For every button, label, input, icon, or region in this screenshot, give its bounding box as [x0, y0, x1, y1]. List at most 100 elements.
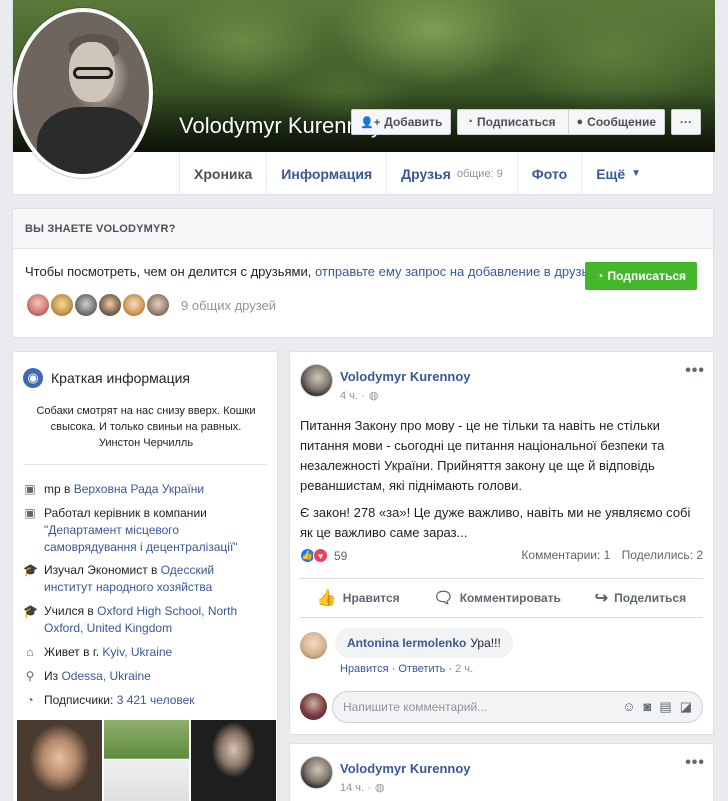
comment-time[interactable]: 2 ч. — [455, 663, 473, 675]
like-button[interactable]: 👍 Нравится — [317, 588, 400, 608]
comment-label: Комментировать — [459, 591, 561, 605]
shares-count[interactable]: Поделились: 2 — [622, 548, 703, 562]
intro-row-link[interactable]: Верховна Рада України — [74, 482, 204, 496]
comment-text: Ура!!! — [470, 636, 501, 650]
photo-thumbnail[interactable] — [191, 720, 276, 801]
comment-reply-link[interactable]: Ответить — [398, 663, 445, 675]
add-friend-button[interactable]: 👤+ Добавить — [351, 109, 452, 135]
post-time-link[interactable]: 4 ч. · — [340, 390, 365, 402]
sticker-icon[interactable]: ◪ — [680, 699, 692, 715]
globe-icon: ◍ — [368, 390, 379, 402]
mutual-friend-avatar[interactable] — [145, 292, 171, 318]
comment-meta: Нравится · Ответить · 2 ч. — [340, 663, 473, 675]
post-author-avatar[interactable] — [300, 364, 333, 397]
rss-icon: ◔ — [26, 693, 34, 707]
post-options-icon[interactable]: ••• — [685, 754, 705, 772]
comment-icon: 🗨 — [433, 590, 454, 607]
comment-author[interactable]: Antonina Iermolenko — [347, 636, 466, 650]
tab-photos[interactable]: Фото — [516, 152, 581, 195]
more-options-button[interactable]: ··· — [671, 109, 701, 135]
mutual-friend-avatar[interactable] — [49, 292, 75, 318]
intro-row-school: 🎓 Учился в Oxford High School, North Oxf… — [23, 603, 263, 637]
current-user-avatar[interactable] — [300, 693, 327, 720]
post-timestamp: 4 ч. · ◍ — [340, 389, 379, 403]
follow-button[interactable]: ◔ Подписаться — [458, 110, 563, 134]
follow-green-button[interactable]: ◔ Подписаться — [585, 262, 697, 290]
do-you-know-card: ВЫ ЗНАЕТЕ VOLODYMYR? Чтобы посмотреть, ч… — [12, 208, 714, 338]
intro-row-text: Из Odessa, Ukraine — [44, 668, 151, 685]
message-label: Сообщение — [587, 115, 656, 129]
emoji-icon[interactable]: ☺ — [622, 699, 635, 715]
intro-row-text: Подписчики: 3 421 человек — [44, 692, 195, 709]
intro-row-prefix: Подписчики: — [44, 693, 117, 707]
intro-row-link[interactable]: Kyiv, Ukraine — [102, 645, 172, 659]
intro-row-text: Учился в Oxford High School, North Oxfor… — [44, 603, 263, 637]
do-you-know-heading: ВЫ ЗНАЕТЕ VOLODYMYR? — [13, 209, 713, 249]
photo-grid — [17, 720, 276, 801]
mutual-friend-avatar[interactable] — [25, 292, 51, 318]
share-button[interactable]: ↪ Поделиться — [595, 588, 686, 608]
comment-input-placeholder: Напишите комментарий... — [343, 700, 488, 714]
intro-row-work-past: ▣ Работал керівник в компании "Департаме… — [23, 505, 263, 556]
share-icon: ↪ — [594, 590, 609, 607]
intro-row-prefix: Учился в — [44, 604, 98, 618]
post-author-avatar[interactable] — [300, 756, 333, 789]
tab-friends[interactable]: Друзья общие: 9 — [386, 152, 517, 195]
post-author-name[interactable]: Volodymyr Kurennoy — [340, 761, 471, 776]
intro-row-link[interactable]: Odessa, Ukraine — [61, 669, 150, 683]
reactions-summary[interactable]: 👍 ♥ 59 — [300, 548, 347, 563]
mutual-friend-avatar[interactable] — [73, 292, 99, 318]
graduation-cap-icon: 🎓 — [23, 604, 38, 618]
profile-actions: 👤+ Добавить ◔ Подписаться ● Сообщение ··… — [351, 109, 701, 135]
feed-post: Volodymyr Kurennoy 14 ч. · ◍ ••• — [289, 743, 714, 801]
message-button[interactable]: ● Сообщение — [567, 110, 665, 134]
comment-input[interactable]: Напишите комментарий... ☺ ◙ ▤ ◪ — [332, 691, 703, 723]
intro-row-link[interactable]: "Департамент місцевого самоврядування і … — [44, 523, 238, 554]
gif-icon[interactable]: ▤ — [659, 699, 671, 715]
rss-icon: ◔ — [596, 269, 604, 283]
mutual-friends: 9 общих друзей — [25, 292, 276, 318]
comments-count[interactable]: Комментарии: 1 — [521, 548, 610, 562]
follow-message-group: ◔ Подписаться ● Сообщение — [457, 109, 665, 135]
tab-label: Фото — [531, 165, 568, 182]
profile-tabs: Хроника Информация Друзья общие: 9 Фото Е… — [179, 152, 655, 195]
comment-input-tools: ☺ ◙ ▤ ◪ — [622, 699, 692, 715]
intro-row-link[interactable]: 3 421 человек — [117, 693, 195, 707]
comment-button[interactable]: 🗨 Комментировать — [433, 588, 561, 608]
tab-about[interactable]: Информация — [266, 152, 386, 195]
graduation-cap-icon: 🎓 — [23, 563, 38, 577]
post-time-link[interactable]: 14 ч. · — [340, 782, 371, 794]
do-you-know-prefix: Чтобы посмотреть, чем он делится с друзь… — [25, 264, 315, 279]
love-reaction-icon: ♥ — [313, 548, 328, 563]
send-request-link[interactable]: отправьте ему запрос на добавление в дру… — [315, 264, 599, 279]
messenger-icon: ● — [576, 116, 584, 128]
tab-timeline[interactable]: Хроника — [179, 152, 266, 195]
location-pin-icon: ⚲ — [25, 669, 35, 683]
commenter-avatar[interactable] — [300, 632, 327, 659]
intro-row-text: Изучал Экономист в Одесский институт нар… — [44, 562, 263, 596]
photo-thumbnail[interactable] — [104, 720, 189, 801]
post-paragraph: Питання Закону про мову - це не тільки т… — [300, 418, 665, 493]
intro-row-prefix: Работал керівник в компании — [44, 506, 207, 520]
intro-row-prefix: Изучал Экономист в — [44, 563, 161, 577]
tab-more[interactable]: Ещё ▼ — [581, 152, 655, 195]
camera-icon[interactable]: ◙ — [644, 699, 652, 715]
mutual-friend-avatar[interactable] — [97, 292, 123, 318]
reactions-count: 59 — [334, 548, 348, 563]
rss-icon: ◔ — [466, 116, 474, 128]
mutual-friend-avatar[interactable] — [121, 292, 147, 318]
post-author-name[interactable]: Volodymyr Kurennoy — [340, 369, 471, 384]
post-options-icon[interactable]: ••• — [685, 362, 705, 380]
post-stats: 👍 ♥ 59 Комментарии: 1 Поделились: 2 — [300, 548, 703, 563]
profile-picture[interactable] — [13, 8, 153, 178]
post-paragraph: Є закон! 278 «за»! Це дуже важливо, наві… — [300, 505, 691, 540]
intro-row-followers: ◔ Подписчики: 3 421 человек — [23, 692, 263, 709]
intro-row-from: ⚲ Из Odessa, Ukraine — [23, 668, 263, 685]
comment-like-link[interactable]: Нравится — [340, 663, 389, 675]
photo-thumbnail[interactable] — [17, 720, 102, 801]
briefcase-icon: ▣ — [24, 482, 36, 496]
do-you-know-text: Чтобы посмотреть, чем он делится с друзь… — [25, 264, 599, 279]
mutual-friends-link[interactable]: 9 общих друзей — [181, 298, 276, 313]
intro-card: ◉ Краткая информация Собаки смотрят на н… — [12, 351, 278, 801]
briefcase-icon: ▣ — [24, 506, 36, 520]
